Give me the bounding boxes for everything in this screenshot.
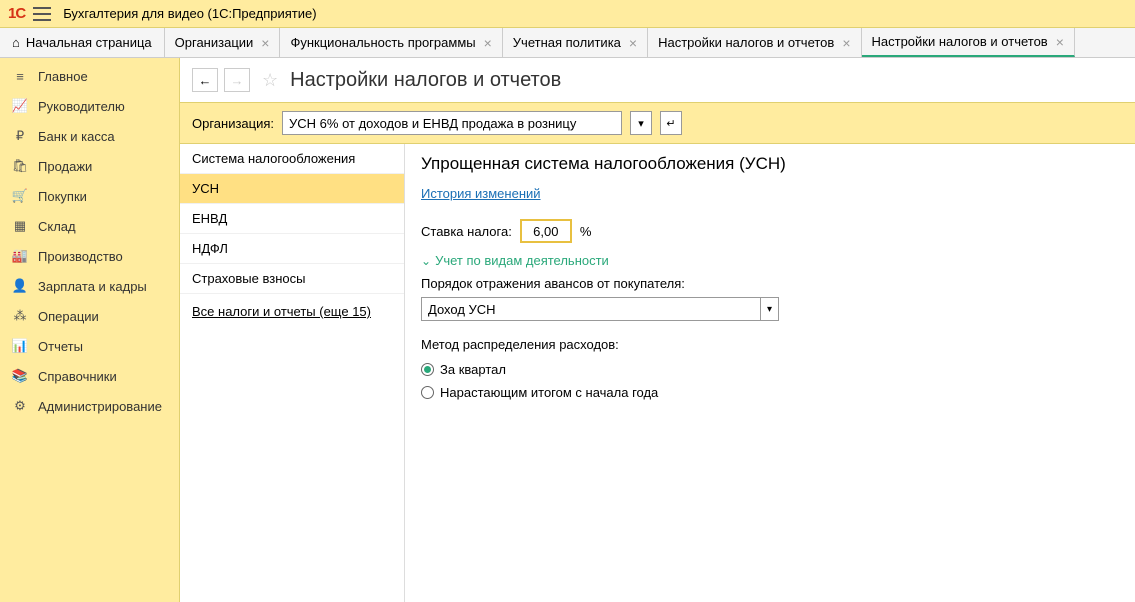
rate-input[interactable] (520, 219, 572, 243)
operations-icon: ⁂ (10, 308, 30, 324)
home-tab-label: Начальная страница (26, 35, 152, 50)
back-button[interactable]: ← (192, 68, 218, 92)
detail-panel: Упрощенная система налогообложения (УСН)… (405, 144, 1135, 602)
history-link[interactable]: История изменений (421, 186, 541, 201)
rate-label: Ставка налога: (421, 224, 512, 239)
app-title: Бухгалтерия для видео (1С:Предприятие) (63, 6, 316, 21)
nav-admin[interactable]: ⚙Администрирование (0, 391, 179, 421)
radio-icon (421, 363, 434, 376)
all-taxes-link[interactable]: Все налоги и отчеты (еще 15) (180, 294, 404, 329)
close-icon[interactable]: × (261, 36, 269, 50)
cat-envd[interactable]: ЕНВД (180, 204, 404, 234)
advance-select[interactable] (421, 297, 761, 321)
menu-icon: ≡ (10, 69, 30, 84)
tab-tax-settings-1[interactable]: Настройки налогов и отчетов × (648, 28, 861, 57)
home-tab[interactable]: ⌂ Начальная страница (0, 28, 165, 57)
tab-organizations[interactable]: Организации × (165, 28, 281, 57)
chart-icon: 📈 (10, 98, 30, 114)
radio-icon (421, 386, 434, 399)
cat-tax-system[interactable]: Система налогообложения (180, 144, 404, 174)
radio-cumulative[interactable]: Нарастающим итогом с начала года (421, 381, 1119, 404)
nav-warehouse[interactable]: ▦Склад (0, 211, 179, 241)
nav-payroll[interactable]: 👤Зарплата и кадры (0, 271, 179, 301)
grid-icon: ▦ (10, 218, 30, 234)
advance-dropdown-button[interactable]: ▾ (761, 297, 779, 321)
person-icon: 👤 (10, 278, 30, 294)
org-select[interactable] (282, 111, 622, 135)
nav-main[interactable]: ≡Главное (0, 62, 179, 91)
factory-icon: 🏭 (10, 248, 30, 264)
close-icon[interactable]: × (484, 36, 492, 50)
nav-production[interactable]: 🏭Производство (0, 241, 179, 271)
bar-chart-icon: 📊 (10, 338, 30, 354)
bag-icon: 🛍 (10, 158, 30, 174)
tab-functionality[interactable]: Функциональность программы × (280, 28, 502, 57)
page-header: ← → ☆ Настройки налогов и отчетов (180, 58, 1135, 102)
close-icon[interactable]: × (1056, 35, 1064, 49)
tab-accounting-policy[interactable]: Учетная политика × (503, 28, 648, 57)
radio-quarter[interactable]: За квартал (421, 358, 1119, 381)
rate-row: Ставка налога: % (421, 219, 1119, 243)
rate-suffix: % (580, 224, 592, 239)
nav-reports[interactable]: 📊Отчеты (0, 331, 179, 361)
tab-tax-settings-2[interactable]: Настройки налогов и отчетов × (862, 28, 1075, 57)
nav-sales[interactable]: 🛍Продажи (0, 151, 179, 181)
gear-icon: ⚙ (10, 398, 30, 414)
star-icon[interactable]: ☆ (262, 70, 278, 91)
page-title: Настройки налогов и отчетов (290, 69, 561, 92)
category-list: Система налогообложения УСН ЕНВД НДФЛ Ст… (180, 144, 405, 602)
cat-usn[interactable]: УСН (180, 174, 404, 204)
top-bar: 1C Бухгалтерия для видео (1С:Предприятие… (0, 0, 1135, 28)
cart-icon: 🛒 (10, 188, 30, 204)
cat-insurance[interactable]: Страховые взносы (180, 264, 404, 294)
forward-button[interactable]: → (224, 68, 250, 92)
nav-bank[interactable]: ₽Банк и касса (0, 121, 179, 151)
detail-heading: Упрощенная система налогообложения (УСН) (421, 154, 1119, 174)
nav-operations[interactable]: ⁂Операции (0, 301, 179, 331)
org-label: Организация: (192, 116, 274, 131)
org-dropdown-button[interactable]: ▾ (630, 111, 652, 135)
books-icon: 📚 (10, 368, 30, 384)
method-label: Метод распределения расходов: (421, 337, 1119, 352)
hamburger-icon[interactable] (33, 7, 51, 21)
sidebar: ≡Главное 📈Руководителю ₽Банк и касса 🛍Пр… (0, 58, 180, 602)
org-open-button[interactable]: ↵ (660, 111, 682, 135)
nav-references[interactable]: 📚Справочники (0, 361, 179, 391)
tabs-row: ⌂ Начальная страница Организации × Функц… (0, 28, 1135, 58)
logo-1c: 1C (8, 5, 25, 22)
home-icon: ⌂ (12, 35, 20, 50)
activity-section-toggle[interactable]: Учет по видам деятельности (421, 253, 1119, 268)
close-icon[interactable]: × (629, 36, 637, 50)
cat-ndfl[interactable]: НДФЛ (180, 234, 404, 264)
advance-label: Порядок отражения авансов от покупателя: (421, 276, 1119, 291)
ruble-icon: ₽ (10, 128, 30, 144)
nav-purchases[interactable]: 🛒Покупки (0, 181, 179, 211)
organization-row: Организация: ▾ ↵ (180, 102, 1135, 144)
close-icon[interactable]: × (842, 36, 850, 50)
nav-manager[interactable]: 📈Руководителю (0, 91, 179, 121)
